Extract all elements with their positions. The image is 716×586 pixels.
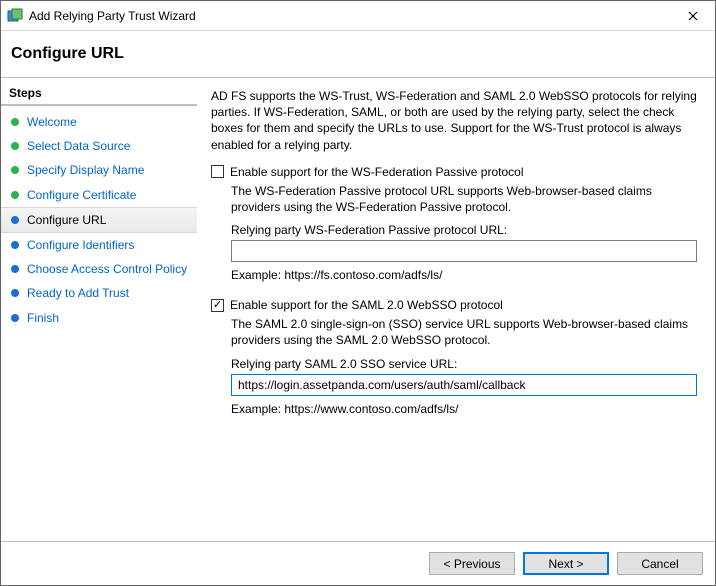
step-item[interactable]: Ready to Add Trust xyxy=(1,281,197,305)
wsfed-example: Example: https://fs.contoso.com/adfs/ls/ xyxy=(231,268,701,282)
wizard-footer: < Previous Next > Cancel xyxy=(1,541,715,585)
step-label: Choose Access Control Policy xyxy=(27,261,187,277)
titlebar: Add Relying Party Trust Wizard xyxy=(1,1,715,31)
wsfed-checkbox-label: Enable support for the WS-Federation Pas… xyxy=(230,165,523,179)
saml-description: The SAML 2.0 single-sign-on (SSO) servic… xyxy=(231,316,701,348)
step-item[interactable]: Specify Display Name xyxy=(1,158,197,182)
wsfed-section: Enable support for the WS-Federation Pas… xyxy=(211,165,701,282)
step-bullet-icon xyxy=(11,314,19,322)
step-bullet-icon xyxy=(11,216,19,224)
step-bullet-icon xyxy=(11,241,19,249)
saml-checkbox-label: Enable support for the SAML 2.0 WebSSO p… xyxy=(230,298,503,312)
step-item[interactable]: Choose Access Control Policy xyxy=(1,257,197,281)
step-item[interactable]: Welcome xyxy=(1,110,197,134)
step-item[interactable]: Finish xyxy=(1,306,197,330)
step-label: Select Data Source xyxy=(27,138,130,154)
wsfed-description: The WS-Federation Passive protocol URL s… xyxy=(231,183,701,215)
previous-button[interactable]: < Previous xyxy=(429,552,515,575)
step-item[interactable]: Configure URL xyxy=(1,207,197,233)
step-label: Finish xyxy=(27,310,59,326)
steps-heading: Steps xyxy=(1,84,197,106)
step-label: Configure Identifiers xyxy=(27,237,134,253)
step-item[interactable]: Select Data Source xyxy=(1,134,197,158)
step-label: Configure Certificate xyxy=(27,187,136,203)
step-label: Welcome xyxy=(27,114,77,130)
saml-url-input[interactable] xyxy=(231,374,697,396)
steps-sidebar: Steps Welcome Select Data Source Specify D… xyxy=(1,78,197,541)
step-label: Configure URL xyxy=(27,212,106,228)
step-label: Specify Display Name xyxy=(27,162,144,178)
step-label: Ready to Add Trust xyxy=(27,285,129,301)
step-item[interactable]: Configure Certificate xyxy=(1,183,197,207)
step-bullet-icon xyxy=(11,142,19,150)
step-item[interactable]: Configure Identifiers xyxy=(1,233,197,257)
wsfed-checkbox[interactable] xyxy=(211,165,224,178)
page-title: Configure URL xyxy=(11,45,705,63)
saml-section: Enable support for the SAML 2.0 WebSSO p… xyxy=(211,298,701,415)
wizard-icon xyxy=(7,8,23,24)
wizard-header: Configure URL xyxy=(1,31,715,78)
next-button[interactable]: Next > xyxy=(523,552,609,575)
main-panel: AD FS supports the WS-Trust, WS-Federati… xyxy=(197,78,715,541)
step-bullet-icon xyxy=(11,265,19,273)
wizard-body: Steps Welcome Select Data Source Specify D… xyxy=(1,78,715,541)
step-bullet-icon xyxy=(11,166,19,174)
close-button[interactable] xyxy=(671,1,715,30)
saml-checkbox[interactable] xyxy=(211,299,224,312)
step-bullet-icon xyxy=(11,191,19,199)
saml-url-label: Relying party SAML 2.0 SSO service URL: xyxy=(231,357,701,371)
wsfed-url-input[interactable] xyxy=(231,240,697,262)
step-bullet-icon xyxy=(11,118,19,126)
intro-text: AD FS supports the WS-Trust, WS-Federati… xyxy=(211,88,701,153)
cancel-button[interactable]: Cancel xyxy=(617,552,703,575)
saml-example: Example: https://www.contoso.com/adfs/ls… xyxy=(231,402,701,416)
wsfed-url-label: Relying party WS-Federation Passive prot… xyxy=(231,223,701,237)
window-title: Add Relying Party Trust Wizard xyxy=(29,9,671,23)
step-bullet-icon xyxy=(11,289,19,297)
